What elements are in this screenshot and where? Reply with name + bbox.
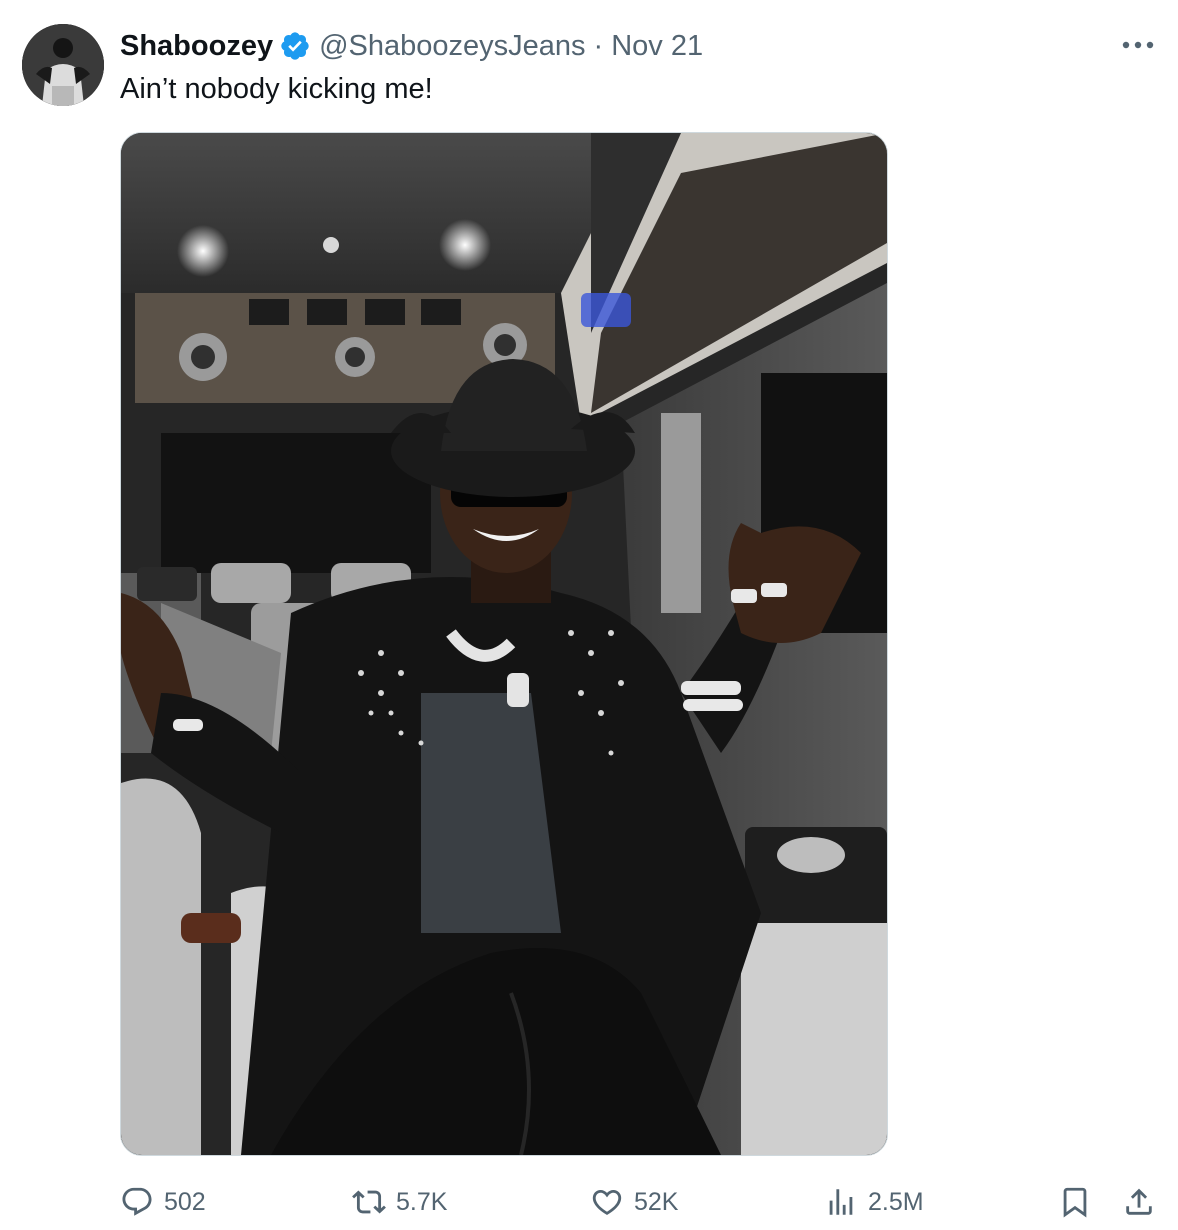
reply-count: 502 bbox=[164, 1187, 206, 1216]
share-icon bbox=[1126, 1188, 1152, 1215]
views-button[interactable]: 2.5M bbox=[824, 1180, 924, 1224]
repost-button[interactable]: 5.7K bbox=[352, 1180, 447, 1224]
reply-button[interactable]: 502 bbox=[120, 1180, 206, 1224]
views-count: 2.5M bbox=[868, 1187, 924, 1216]
tweet-media-photo[interactable] bbox=[120, 132, 888, 1156]
tweet-action-bar: 502 5.7K 52K 2.5M bbox=[0, 1180, 1178, 1224]
repost-count: 5.7K bbox=[396, 1187, 448, 1216]
tweet-date[interactable]: Nov 21 bbox=[611, 30, 703, 63]
author-handle[interactable]: @ShaboozeysJeans bbox=[319, 30, 585, 63]
separator-dot: · bbox=[593, 29, 604, 62]
avatar-image bbox=[22, 24, 104, 106]
like-button[interactable]: 52K bbox=[590, 1180, 678, 1224]
more-dots-icon bbox=[1122, 41, 1154, 49]
more-options-button[interactable] bbox=[1118, 28, 1158, 62]
bookmark-icon bbox=[1063, 1187, 1087, 1218]
tweet-header: Shaboozey @ShaboozeysJeans · Nov 21 bbox=[120, 26, 703, 66]
bookmark-button[interactable] bbox=[1058, 1180, 1102, 1224]
views-icon bbox=[829, 1189, 853, 1215]
reply-icon bbox=[122, 1187, 152, 1216]
like-icon bbox=[592, 1189, 622, 1215]
verified-badge-icon bbox=[279, 30, 311, 62]
tweet-text: Ain’t nobody kicking me! bbox=[120, 73, 433, 105]
like-count: 52K bbox=[634, 1187, 679, 1216]
photo-image bbox=[121, 133, 887, 1155]
repost-icon bbox=[352, 1190, 386, 1214]
share-button[interactable] bbox=[1122, 1180, 1166, 1224]
author-name[interactable]: Shaboozey bbox=[120, 30, 273, 63]
author-avatar[interactable] bbox=[22, 24, 104, 106]
